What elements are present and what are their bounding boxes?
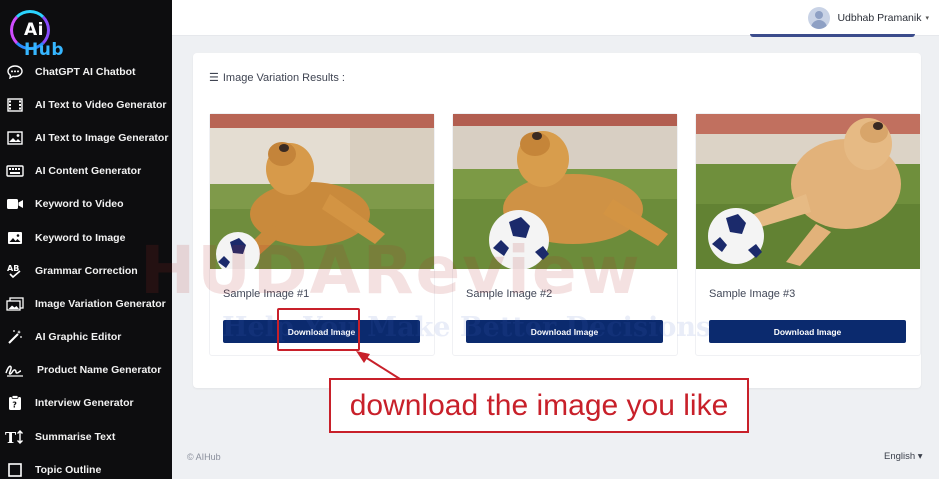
download-button-1[interactable]: Download Image [223,320,420,343]
section-title-text: Image Variation Results : [222,71,345,84]
result-card-1: Sample Image #1 Download Image [209,113,435,356]
picture-icon [4,229,26,247]
svg-text:T: T [5,429,17,445]
sidebar-item-keyword-to-video[interactable]: Keyword to Video [0,188,172,221]
download-button-3[interactable]: Download Image [709,320,906,343]
sidebar-item-image-variation-generator[interactable]: Image Variation Generator [0,287,172,320]
sidebar-item-label: Topic Outline [35,463,102,476]
film-icon [4,96,26,114]
ai-hub-logo[interactable]: Ai Hub [10,10,90,60]
signature-icon [4,361,26,379]
result-caption-1: Sample Image #1 [223,288,310,300]
section-title: ☰ Image Variation Results : [209,71,345,85]
sidebar-item-interview-generator[interactable]: ? Interview Generator [0,387,172,420]
logo-text: Ai Hub [24,20,64,60]
sidebar-item-content-generator[interactable]: AI Content Generator [0,155,172,188]
sidebar-item-label: AI Text to Image Generator [35,131,169,144]
sidebar-item-label: Summarise Text [35,430,116,443]
sidebar-item-product-name-generator[interactable]: Product Name Generator [0,354,172,387]
sidebar-item-label: Image Variation Generator [35,297,166,310]
sidebar-item-text-to-video[interactable]: AI Text to Video Generator [0,88,172,121]
sidebar-nav: ChatGPT AI Chatbot AI Text to Video Gene… [0,55,172,479]
result-caption-3: Sample Image #3 [709,288,796,300]
sidebar-item-summarise-text[interactable]: T Summarise Text [0,420,172,453]
image-icon [4,129,26,147]
keyboard-icon [4,162,26,180]
sidebar-item-label: Grammar Correction [35,264,138,277]
results-panel: ☰ Image Variation Results : Sample Image… [193,53,921,388]
result-caption-2: Sample Image #2 [466,288,553,300]
magic-wand-icon [4,328,26,346]
sidebar-item-keyword-to-image[interactable]: Keyword to Image [0,221,172,254]
sidebar: Ai Hub ChatGPT AI Chatbot AI Text to Vid… [0,0,172,479]
sidebar-item-label: Interview Generator [35,397,134,410]
question-clipboard-icon: ? [4,394,26,412]
svg-text:?: ? [12,401,17,410]
sidebar-item-label: Product Name Generator [37,364,162,377]
header-accent-bar [750,34,915,37]
sidebar-item-label: AI Graphic Editor [35,331,122,344]
list-icon: ☰ [209,72,219,84]
sidebar-item-label: Keyword to Image [35,231,126,244]
sidebar-item-topic-outline[interactable]: Topic Outline [0,453,172,479]
user-name: Udbhab Pramanik [837,12,922,24]
result-image-2[interactable] [453,114,677,269]
sidebar-item-chatgpt-chatbot[interactable]: ChatGPT AI Chatbot [0,55,172,88]
avatar [808,7,831,29]
spellcheck-icon: AB [4,262,26,280]
sidebar-item-label: ChatGPT AI Chatbot [35,65,136,78]
result-image-1[interactable] [210,114,434,269]
outline-icon [4,461,26,479]
sidebar-item-label: AI Content Generator [35,165,142,178]
annotation-callout: download the image you like [329,378,749,433]
svg-text:AB: AB [7,264,19,273]
sidebar-item-label: AI Text to Video Generator [35,98,167,111]
sidebar-item-label: Keyword to Video [35,198,124,211]
chevron-down-icon: ▾ [925,15,929,22]
language-selector[interactable]: English ▾ [884,451,923,462]
footer-copyright: © AIHub [187,452,221,462]
sidebar-item-text-to-image[interactable]: AI Text to Image Generator [0,121,172,154]
user-menu[interactable]: Udbhab Pramanik ▾ [808,7,929,29]
video-camera-icon [4,195,26,213]
sidebar-item-grammar-correction[interactable]: AB Grammar Correction [0,254,172,287]
images-icon [4,295,26,313]
result-image-3[interactable] [696,114,920,269]
text-height-icon: T [4,428,26,446]
download-button-2[interactable]: Download Image [466,320,663,343]
sidebar-item-graphic-editor[interactable]: AI Graphic Editor [0,321,172,354]
result-card-3: Sample Image #3 Download Image [695,113,921,356]
result-card-2: Sample Image #2 Download Image [452,113,678,356]
top-bar: Udbhab Pramanik ▾ [172,0,939,36]
chat-bubble-icon [4,63,26,81]
